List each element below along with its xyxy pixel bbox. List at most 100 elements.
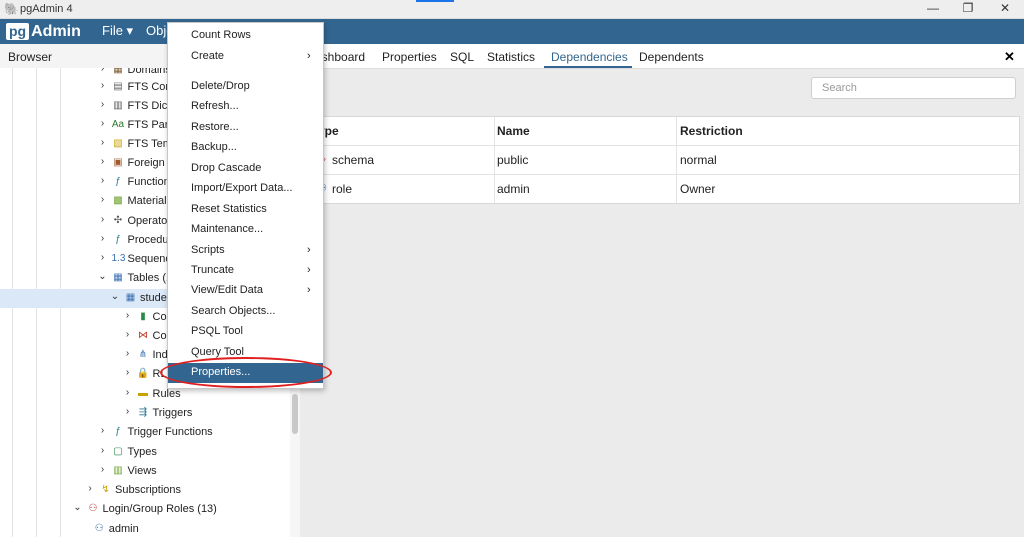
menu-item-label: Search Objects... <box>191 305 276 317</box>
tree-node-label: Domains <box>127 68 171 76</box>
chevron-right-icon[interactable]: › <box>97 80 109 91</box>
chevron-down-icon[interactable]: ⌄ <box>97 271 109 282</box>
menu-file[interactable]: File ▾ <box>102 23 133 39</box>
close-window-button[interactable]: ✕ <box>990 1 1020 15</box>
menu-item-label: Scripts <box>191 244 225 256</box>
menu-item-truncate[interactable]: Truncate › <box>168 261 323 281</box>
menu-item-label: Drop Cascade <box>191 162 262 174</box>
browser-title: Browser <box>8 50 53 64</box>
minimize-button[interactable]: — <box>918 1 948 15</box>
chevron-right-icon[interactable]: › <box>122 387 134 398</box>
restore-button[interactable]: ❐ <box>953 1 983 15</box>
chevron-right-icon[interactable]: › <box>97 445 109 456</box>
chevron-right-icon[interactable]: › <box>97 175 109 186</box>
tree-node[interactable]: ⚇ admin <box>0 520 290 537</box>
menu-item-label: Reset Statistics <box>191 203 267 215</box>
chevron-right-icon[interactable]: › <box>97 68 109 74</box>
grid-header-row: ype Name Restriction <box>310 117 1019 146</box>
types-icon: ▢ <box>113 446 123 457</box>
menu-item-label: Delete/Drop <box>191 80 250 92</box>
chevron-down-icon[interactable]: ⌄ <box>72 502 84 513</box>
tab-statistics[interactable]: Statistics <box>487 50 535 64</box>
menu-item-import-export-data[interactable]: Import/Export Data... <box>168 179 323 199</box>
fts-dictionary-icon: ▥ <box>113 100 123 111</box>
menu-item-count-rows[interactable]: Count Rows <box>168 26 323 46</box>
rules-icon: ▬ <box>138 388 148 399</box>
tree-node-label: Views <box>127 465 157 477</box>
row-type: schema <box>332 153 375 167</box>
menu-item-drop-cascade[interactable]: Drop Cascade <box>168 159 323 179</box>
logo-admin: Admin <box>31 22 81 40</box>
close-panel-icon[interactable]: ✕ <box>1004 49 1015 65</box>
chevron-right-icon[interactable]: › <box>84 483 96 494</box>
column-separator <box>494 175 495 203</box>
menu-item-delete-drop[interactable]: Delete/Drop <box>168 77 323 97</box>
window-title: pgAdmin 4 <box>20 3 73 15</box>
tree-node[interactable]: › ⇶ Triggers <box>0 404 290 423</box>
tab-dependents[interactable]: Dependents <box>639 50 704 64</box>
chevron-right-icon[interactable]: › <box>122 310 134 321</box>
tree-node[interactable]: ⌄ ⚇ Login/Group Roles (13) <box>0 500 290 519</box>
tab-properties[interactable]: Properties <box>382 50 437 64</box>
tree-scrollbar-thumb[interactable] <box>292 394 298 434</box>
chevron-right-icon[interactable]: › <box>97 194 109 205</box>
menu-item-properties[interactable]: Properties... <box>168 363 323 383</box>
table-row[interactable]: ◇ schema public normal <box>310 146 1019 175</box>
menu-item-psql-tool[interactable]: PSQL Tool <box>168 322 323 342</box>
chevron-right-icon[interactable]: › <box>97 118 109 129</box>
menu-item-query-tool[interactable]: Query Tool <box>168 343 323 363</box>
menu-item-maintenance[interactable]: Maintenance... <box>168 220 323 240</box>
tree-node[interactable]: › ▥ Views <box>0 462 290 481</box>
chevron-right-icon[interactable]: › <box>122 406 134 417</box>
menu-item-view-edit-data[interactable]: View/Edit Data › <box>168 281 323 301</box>
tree-node-label: Trigger Functions <box>127 426 213 438</box>
menu-item-label: Import/Export Data... <box>191 182 293 194</box>
menu-item-create[interactable]: Create › <box>168 47 323 67</box>
app-menubar: pg Admin File ▾ Obje <box>0 19 1024 44</box>
chevron-right-icon[interactable]: › <box>122 329 134 340</box>
tree-node[interactable]: › ƒ Trigger Functions <box>0 423 290 442</box>
menu-item-label: View/Edit Data <box>191 284 263 296</box>
chevron-right-icon[interactable]: › <box>97 425 109 436</box>
chevron-right-icon[interactable]: › <box>97 137 109 148</box>
domains-icon: ▦ <box>113 68 123 75</box>
chevron-right-icon[interactable]: › <box>122 348 134 359</box>
chevron-right-icon[interactable]: › <box>97 252 109 263</box>
tree-node[interactable]: › ▢ Types <box>0 443 290 462</box>
chevron-right-icon[interactable]: › <box>97 233 109 244</box>
dependencies-grid: ype Name Restriction ◇ schema public nor… <box>309 116 1020 204</box>
menu-item-refresh[interactable]: Refresh... <box>168 97 323 117</box>
tree-node-label: admin <box>108 523 139 535</box>
menu-item-search-objects[interactable]: Search Objects... <box>168 302 323 322</box>
menu-item-scripts[interactable]: Scripts › <box>168 241 323 261</box>
chevron-right-icon[interactable]: › <box>97 156 109 167</box>
tab-dependencies[interactable]: Dependencies <box>551 50 628 64</box>
chevron-down-icon[interactable]: ⌄ <box>109 291 121 302</box>
table-icon: ▦ <box>125 292 136 303</box>
menu-item-label: PSQL Tool <box>191 325 243 337</box>
column-separator <box>676 117 677 145</box>
column-header-restriction[interactable]: Restriction <box>680 117 743 145</box>
menu-item-label: Count Rows <box>191 29 251 41</box>
chevron-right-icon[interactable]: › <box>122 367 134 378</box>
menu-item-label: Maintenance... <box>191 223 264 235</box>
elephant-icon: 🐘 <box>4 2 19 16</box>
column-header-name[interactable]: Name <box>497 117 530 145</box>
columns-icon: ▮ <box>140 311 146 322</box>
row-restriction: Owner <box>680 182 716 196</box>
search-input[interactable] <box>811 77 1016 99</box>
tree-node[interactable]: › ↯ Subscriptions <box>0 481 290 500</box>
column-separator <box>494 146 495 174</box>
menu-item-backup[interactable]: Backup... <box>168 138 323 158</box>
menu-item-reset-statistics[interactable]: Reset Statistics <box>168 200 323 220</box>
chevron-right-icon: › <box>307 244 311 256</box>
role-icon: ⚇ <box>94 523 104 534</box>
title-accent <box>416 0 454 2</box>
menu-item-restore[interactable]: Restore... <box>168 118 323 138</box>
menu-item-label: Restore... <box>191 121 239 133</box>
tab-sql[interactable]: SQL <box>450 50 474 64</box>
chevron-right-icon[interactable]: › <box>97 214 109 225</box>
table-row[interactable]: ⚇ role admin Owner <box>310 175 1019 203</box>
chevron-right-icon[interactable]: › <box>97 464 109 475</box>
chevron-right-icon[interactable]: › <box>97 99 109 110</box>
